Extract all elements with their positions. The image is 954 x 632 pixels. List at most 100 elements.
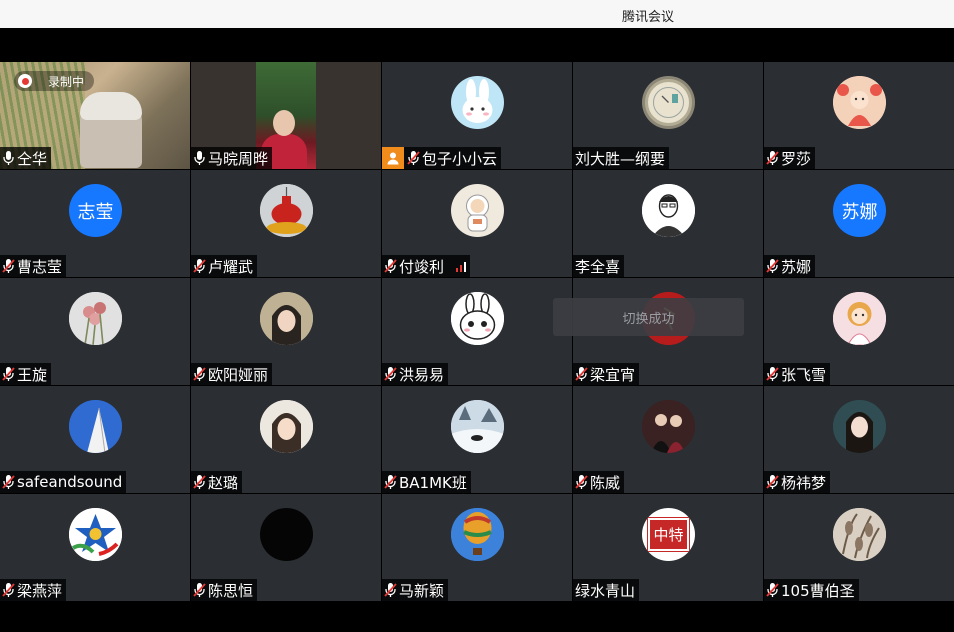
nameplate: 杨祎梦 (764, 471, 831, 493)
nameplate: BA1MK班 (382, 471, 471, 493)
participant-tile[interactable]: 梁燕萍 (0, 494, 190, 601)
user-badge-icon (382, 147, 404, 169)
nameplate: safeandsound (0, 471, 127, 493)
participant-tile[interactable]: 付竣利 (382, 170, 572, 277)
participant-tile[interactable]: 马晥周晔 (191, 62, 381, 169)
building-avatar-icon (69, 400, 122, 453)
mic-muted-icon (384, 582, 397, 598)
participant-name: 梁燕萍 (17, 581, 63, 600)
nameplate: 陈威 (573, 471, 625, 493)
participant-tile[interactable]: 包子小小云 (382, 62, 572, 169)
mic-muted-icon (575, 366, 588, 382)
cartoon-avatar-icon (833, 76, 886, 129)
participant-name: BA1MK班 (399, 473, 467, 492)
nameplate: 绿水青山 (573, 579, 640, 601)
window-title: 腾讯会议 (622, 10, 675, 25)
astronaut-avatar-icon (451, 184, 504, 237)
participant-name: 洪易易 (399, 365, 445, 384)
participant-name: 马晥周晔 (208, 149, 269, 168)
nameplate: 梁燕萍 (0, 579, 67, 601)
mic-muted-icon (384, 258, 397, 274)
nameplate: 付竣利 (382, 255, 471, 277)
nameplate: 王旋 (0, 363, 52, 385)
participant-tile[interactable]: 录制中 仝华 (0, 62, 190, 169)
bottom-bar-area (0, 602, 954, 632)
nameplate: 刘大胜—纲要 (573, 147, 670, 169)
balloon-avatar-icon (451, 508, 504, 561)
signal-strength-icon (456, 260, 467, 272)
participant-name: 曹志莹 (17, 257, 63, 276)
top-toolbar-area (0, 28, 954, 62)
mic-on-icon (2, 150, 15, 166)
recording-label: 录制中 (48, 74, 85, 89)
couple-photo-avatar-icon (642, 400, 695, 453)
participant-name: 卢耀武 (208, 257, 254, 276)
participant-name: safeandsound (17, 473, 123, 491)
title-bar: 腾讯会议 (0, 0, 954, 28)
participant-name: 赵璐 (208, 473, 239, 492)
bunny-avatar-icon (451, 76, 504, 129)
participant-name: 包子小小云 (422, 149, 498, 168)
participant-name: 欧阳娅丽 (208, 365, 269, 384)
mic-muted-icon (766, 258, 779, 274)
mic-muted-icon (575, 474, 588, 490)
seal-text: 中特 (647, 517, 690, 552)
recording-indicator: 录制中 (14, 71, 95, 91)
participant-name: 绿水青山 (575, 581, 636, 600)
mic-muted-icon (193, 582, 206, 598)
photo-avatar-icon (260, 400, 313, 453)
participant-grid: 录制中 仝华 马晥周晔 包子小小云 刘大胜—纲要 罗莎 志莹 曹志莹 卢耀武 付… (0, 62, 954, 602)
clock-avatar-icon (642, 76, 695, 129)
mic-muted-icon (193, 474, 206, 490)
girl-cartoon-avatar-icon (833, 292, 886, 345)
participant-tile[interactable]: 陈威 (573, 386, 763, 493)
nameplate: 陈思恒 (191, 579, 258, 601)
nameplate: 欧阳娅丽 (191, 363, 273, 385)
participant-name: 刘大胜—纲要 (575, 149, 666, 168)
participant-tile[interactable]: 志莹 曹志莹 (0, 170, 190, 277)
mic-muted-icon (193, 366, 206, 382)
participant-name: 马新颖 (399, 581, 445, 600)
participant-tile[interactable]: 马新颖 (382, 494, 572, 601)
mic-muted-icon (766, 582, 779, 598)
participant-tile[interactable]: 欧阳娅丽 (191, 278, 381, 385)
participant-tile[interactable]: 陈思恒 (191, 494, 381, 601)
participant-tile[interactable]: BA1MK班 (382, 386, 572, 493)
participant-tile[interactable]: 洪易易 (382, 278, 572, 385)
participant-tile[interactable]: 105曹伯圣 (764, 494, 954, 601)
participant-tile[interactable]: 张飞雪 (764, 278, 954, 385)
nameplate: 105曹伯圣 (764, 579, 859, 601)
participant-tile[interactable]: 刘大胜—纲要 (573, 62, 763, 169)
participant-tile[interactable]: safeandsound (0, 386, 190, 493)
record-icon (18, 74, 32, 88)
mic-muted-icon (407, 150, 420, 166)
mic-muted-icon (2, 366, 15, 382)
seal-avatar-icon: 中特 (642, 508, 695, 561)
nameplate: 仝华 (0, 147, 52, 169)
nameplate: 包子小小云 (382, 147, 502, 169)
participant-tile[interactable]: 王旋 (0, 278, 190, 385)
nameplate: 罗莎 (764, 147, 816, 169)
participant-name: 梁宜宵 (590, 365, 636, 384)
nameplate: 马晥周晔 (191, 147, 273, 169)
participant-name: 杨祎梦 (781, 473, 827, 492)
participant-tile[interactable]: 苏娜 苏娜 (764, 170, 954, 277)
participant-tile[interactable]: 中特 绿水青山 (573, 494, 763, 601)
participant-tile[interactable]: 卢耀武 (191, 170, 381, 277)
nameplate: 马新颖 (382, 579, 449, 601)
text-avatar: 志莹 (69, 184, 122, 237)
mic-muted-icon (766, 150, 779, 166)
black-avatar-icon (260, 508, 313, 561)
participant-tile[interactable]: 李全喜 (573, 170, 763, 277)
participant-tile[interactable]: 罗莎 (764, 62, 954, 169)
participant-tile[interactable]: 杨祎梦 (764, 386, 954, 493)
snow-scene-avatar-icon (451, 400, 504, 453)
sketch-portrait-avatar-icon (642, 184, 695, 237)
participant-tile[interactable]: 赵璐 (191, 386, 381, 493)
portrait-avatar-icon (833, 400, 886, 453)
participant-name: 陈威 (590, 473, 621, 492)
mic-on-icon (193, 150, 206, 166)
mic-muted-icon (384, 474, 397, 490)
participant-name: 李全喜 (575, 257, 621, 276)
mic-muted-icon (384, 366, 397, 382)
